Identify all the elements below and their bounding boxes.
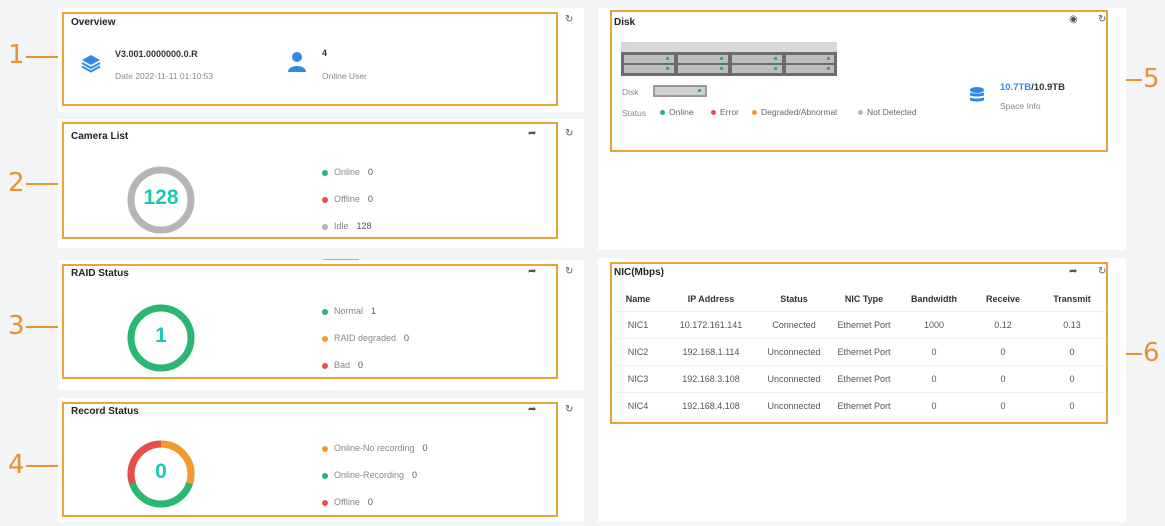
firmware-version: V3.001.0000000.0.R bbox=[115, 49, 198, 59]
callout-4-line bbox=[26, 465, 62, 467]
legend-normal: Normal 1 bbox=[322, 306, 376, 316]
callout-4: 4 bbox=[8, 450, 25, 480]
online-user-label: Online User bbox=[322, 71, 367, 81]
space-info-label: Space Info bbox=[1000, 101, 1041, 111]
refresh-icon[interactable]: ↻ bbox=[1098, 14, 1106, 25]
layers-icon bbox=[81, 55, 101, 73]
legend-offline: Offline 0 bbox=[322, 194, 373, 204]
table-row[interactable]: NIC1 10.172.161.141 Connected Ethernet Port… bbox=[614, 311, 1106, 339]
legend-idle: Idle 128 bbox=[322, 221, 372, 231]
bad-dot bbox=[322, 362, 328, 369]
online-dot bbox=[322, 169, 328, 176]
col-receive: Receive bbox=[985, 294, 1021, 304]
col-bandwidth: Bandwidth bbox=[911, 294, 957, 304]
overview-title: Overview bbox=[71, 17, 116, 28]
disk-enclosure-image bbox=[621, 42, 837, 76]
raid-status-title: RAID Status bbox=[71, 268, 129, 279]
disk-label: Disk bbox=[622, 87, 639, 97]
status-not-detected: Not Detected bbox=[858, 107, 917, 117]
refresh-icon[interactable]: ↻ bbox=[1098, 266, 1106, 277]
status-label: Status bbox=[622, 108, 647, 118]
status-not-detected-dot bbox=[858, 110, 863, 116]
record-total: 0 bbox=[155, 460, 167, 483]
table-row[interactable]: NIC2 192.168.1.114 Unconnected Ethernet Por… bbox=[614, 338, 1106, 366]
space-usage: 10.7TB/10.9TB bbox=[1000, 82, 1065, 93]
col-status: Status bbox=[780, 294, 808, 304]
callout-2: 2 bbox=[8, 168, 25, 198]
refresh-icon[interactable]: ↻ bbox=[565, 404, 573, 415]
degraded-dot bbox=[322, 335, 328, 342]
overview-highlight bbox=[62, 12, 558, 106]
database-icon bbox=[970, 87, 984, 102]
record-offline-dot bbox=[322, 499, 328, 506]
system-date: Date 2022-11-11 01:10:53 bbox=[115, 71, 213, 81]
status-degraded: Degraded/Abnormal bbox=[752, 107, 837, 117]
share-icon[interactable]: ➦ bbox=[528, 128, 536, 139]
online-user-count: 4 bbox=[322, 48, 328, 58]
normal-dot bbox=[322, 308, 328, 315]
col-transmit: Transmit bbox=[1053, 294, 1091, 304]
user-icon bbox=[288, 52, 306, 72]
share-icon[interactable]: ➦ bbox=[1069, 266, 1077, 277]
space-total: /10.9TB bbox=[1031, 82, 1065, 93]
refresh-icon[interactable]: ↻ bbox=[565, 266, 573, 277]
recording-dot bbox=[322, 472, 328, 479]
status-online: Online bbox=[660, 107, 694, 117]
no-recording-dot bbox=[322, 445, 328, 452]
callout-1: 1 bbox=[8, 40, 25, 70]
share-icon[interactable]: ➦ bbox=[528, 404, 536, 415]
callout-2-line bbox=[26, 183, 62, 185]
legend-raid-degraded: RAID degraded 0 bbox=[322, 333, 409, 343]
idle-dot bbox=[322, 223, 328, 230]
callout-5: 5 bbox=[1143, 64, 1160, 94]
nic-table-header: Name IP Address Status NIC Type Bandwidt… bbox=[614, 287, 1106, 312]
legend-record-offline: Offline 0 bbox=[322, 497, 373, 507]
share-icon[interactable]: ➦ bbox=[528, 266, 536, 277]
legend-online: Online 0 bbox=[322, 167, 373, 177]
status-error-dot bbox=[711, 110, 716, 116]
settings-icon[interactable]: ◉ bbox=[1069, 14, 1078, 25]
camera-list-title: Camera List bbox=[71, 131, 129, 142]
disk-slot-image bbox=[653, 85, 707, 97]
space-used: 10.7TB bbox=[1000, 82, 1032, 93]
legend-online-recording: Online-Recording 0 bbox=[322, 470, 417, 480]
table-row[interactable]: NIC3 192.168.3.108 Unconnected Ethernet Por… bbox=[614, 365, 1106, 393]
status-error: Error bbox=[711, 107, 739, 117]
col-name: Name bbox=[625, 294, 651, 304]
offline-dot bbox=[322, 196, 328, 203]
disk-title: Disk bbox=[614, 17, 636, 28]
legend-bad: Bad 0 bbox=[322, 360, 363, 370]
nic-title: NIC(Mbps) bbox=[614, 267, 664, 278]
callout-6: 6 bbox=[1143, 338, 1160, 368]
col-ip-address: IP Address bbox=[687, 294, 735, 304]
camera-total: 128 bbox=[143, 186, 179, 209]
raid-total: 1 bbox=[155, 324, 167, 347]
status-online-dot bbox=[660, 110, 665, 116]
table-row[interactable]: NIC4 192.168.4.108 Unconnected Ethernet Por… bbox=[614, 392, 1106, 419]
callout-3-line bbox=[26, 326, 62, 328]
callout-3: 3 bbox=[8, 311, 25, 341]
record-status-title: Record Status bbox=[71, 406, 139, 417]
nic-table: Name IP Address Status NIC Type Bandwidt… bbox=[614, 287, 1106, 419]
status-degraded-dot bbox=[752, 110, 757, 116]
refresh-icon[interactable]: ↻ bbox=[565, 14, 573, 25]
callout-1-line bbox=[26, 56, 62, 58]
legend-online-no-recording: Online-No recording 0 bbox=[322, 443, 428, 453]
disk-highlight bbox=[610, 10, 1108, 152]
refresh-icon[interactable]: ↻ bbox=[565, 128, 573, 139]
col-nic-type: NIC Type bbox=[844, 294, 884, 304]
